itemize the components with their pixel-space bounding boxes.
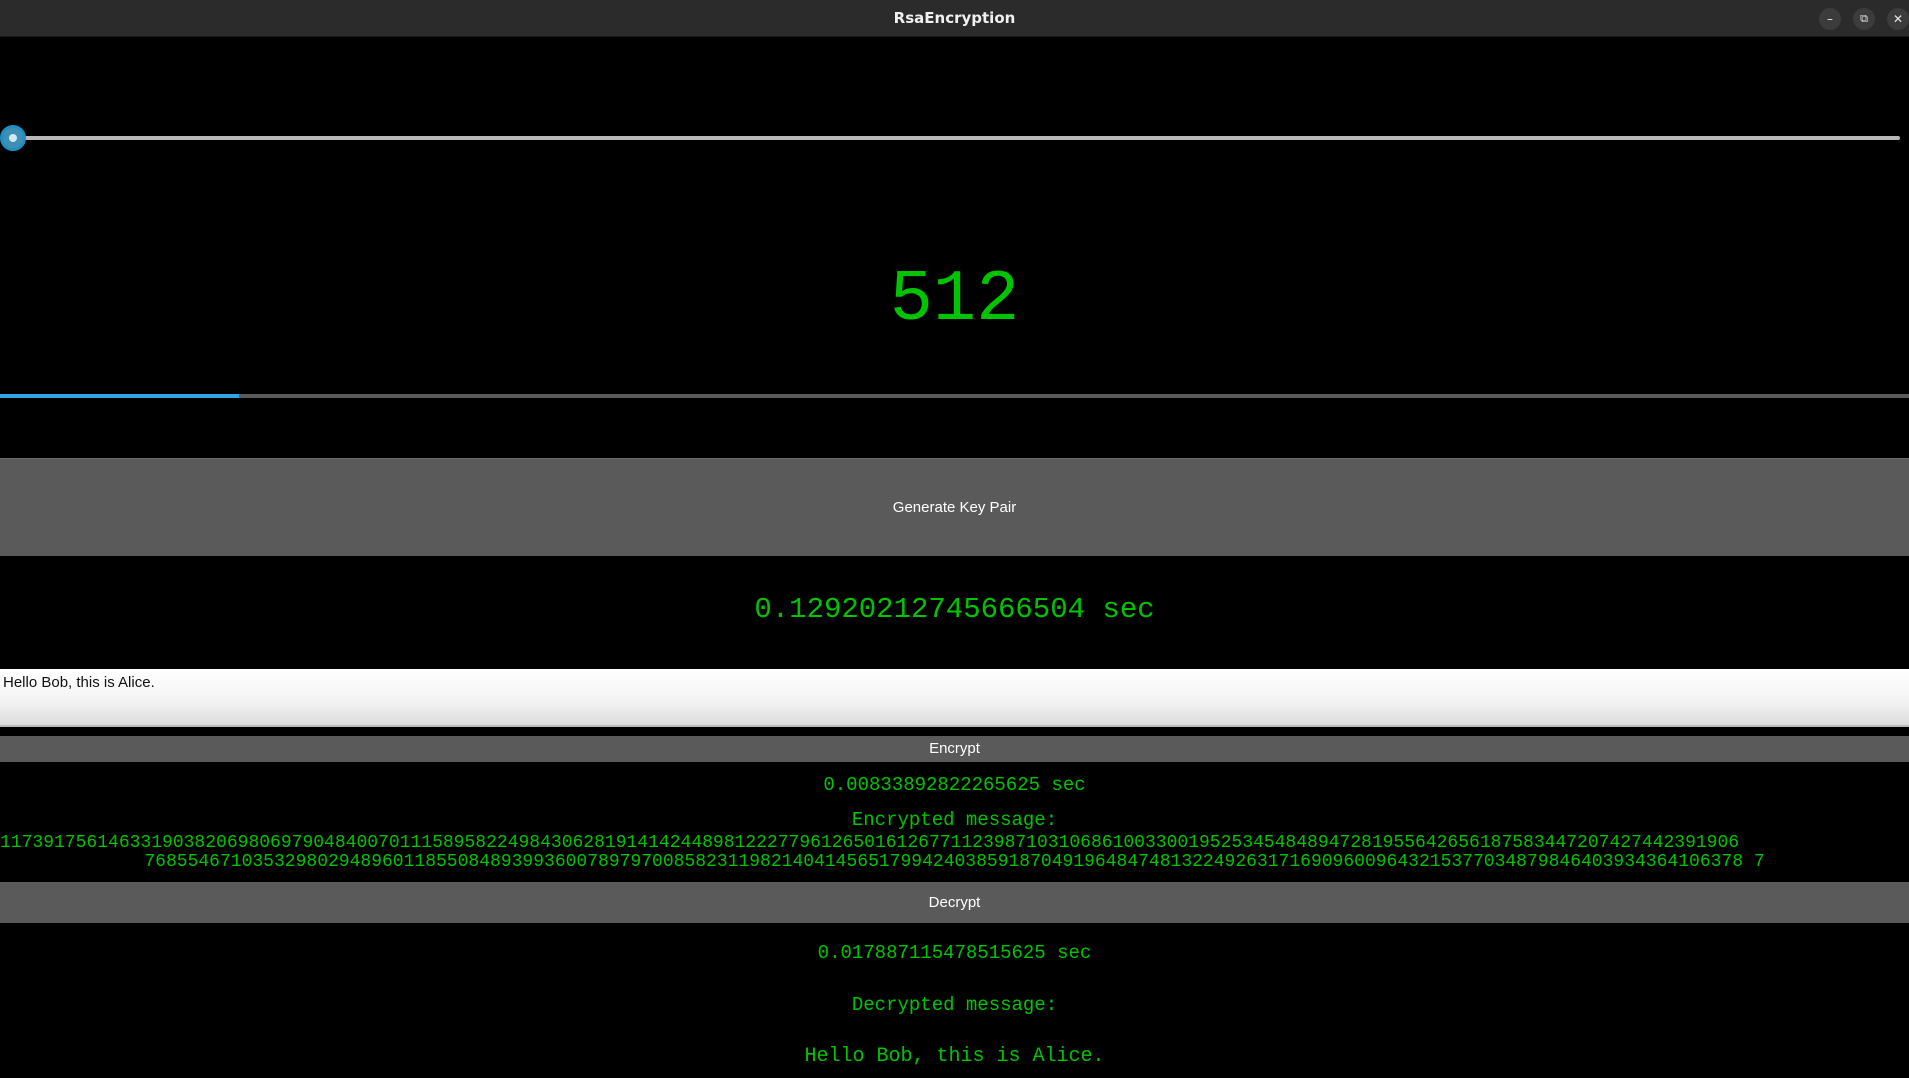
decrypt-button[interactable]: Decrypt bbox=[0, 882, 1909, 923]
window-title: RsaEncryption bbox=[893, 9, 1016, 27]
decrypted-message-label: Decrypted message: bbox=[851, 994, 1058, 1016]
key-size-value: 512 bbox=[889, 259, 1020, 341]
slider-track[interactable] bbox=[12, 136, 1900, 140]
ciphertext-line-1: 1173917561463319038206980697904840070111… bbox=[0, 834, 1740, 853]
decryption-time: 0.017887115478515625 sec bbox=[817, 942, 1092, 964]
encrypt-button[interactable]: Encrypt bbox=[0, 736, 1909, 762]
slider-handle[interactable] bbox=[0, 125, 26, 151]
decrypted-message-text: Hello Bob, this is Alice. bbox=[804, 1045, 1105, 1068]
message-input[interactable]: Hello Bob, this is Alice. bbox=[0, 669, 1909, 727]
encrypted-message-text: 1173917561463319038206980697904840070111… bbox=[0, 834, 1909, 874]
maximize-icon[interactable]: ⧉ bbox=[1853, 8, 1875, 30]
encryption-time: 0.00833892822265625 sec bbox=[823, 774, 1086, 796]
progress-bar bbox=[0, 394, 1909, 398]
ciphertext-line-2: 7685546710353298029489601185508489399360… bbox=[144, 852, 1765, 872]
progress-bar-fill bbox=[0, 394, 239, 398]
title-bar: RsaEncryption – ⧉ ✕ bbox=[0, 0, 1909, 37]
close-icon[interactable]: ✕ bbox=[1887, 8, 1909, 30]
minimize-icon[interactable]: – bbox=[1819, 8, 1841, 30]
slider-handle-dot bbox=[9, 134, 17, 142]
key-size-slider[interactable] bbox=[0, 122, 1909, 154]
encrypted-message-label: Encrypted message: bbox=[851, 809, 1058, 831]
key-generation-time: 0.12920212745666504 sec bbox=[754, 593, 1155, 626]
generate-key-pair-button[interactable]: Generate Key Pair bbox=[0, 458, 1909, 556]
